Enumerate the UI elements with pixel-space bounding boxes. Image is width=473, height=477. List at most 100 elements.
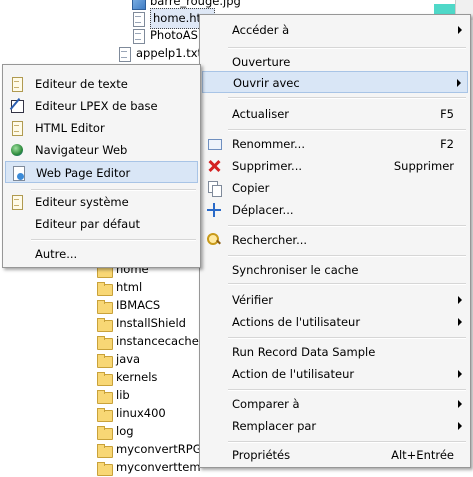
folder-icon: [96, 334, 113, 350]
submenu-item-web-page-editor[interactable]: Web Page Editor: [5, 161, 198, 183]
menu-item-label: Navigateur Web: [35, 143, 128, 157]
submenu-item-autre[interactable]: Autre...: [5, 243, 198, 265]
folder-icon: [96, 316, 113, 332]
html-editor-icon: [9, 120, 25, 136]
menu-item-renommer[interactable]: Renommer... F2: [202, 133, 468, 155]
menu-item-label: Actions de l'utilisateur: [232, 315, 361, 329]
menu-item-comparer-a[interactable]: Comparer à: [202, 393, 468, 415]
menu-separator: [228, 337, 466, 339]
submenu-item-navigateur-web[interactable]: Navigateur Web: [5, 139, 198, 161]
tree-folder-java[interactable]: java: [96, 350, 140, 369]
folder-icon: [96, 406, 113, 422]
menu-item-ouverture[interactable]: Ouverture: [202, 51, 468, 73]
context-menu: Accéder à Ouverture Ouvrir avec Actualis…: [199, 14, 471, 468]
tree-item-label: instancecache: [116, 334, 199, 348]
tree-folder-linux400[interactable]: linux400: [96, 404, 166, 423]
text-file-icon: [116, 46, 132, 62]
menu-item-supprimer[interactable]: Supprimer... Supprimer: [202, 155, 468, 177]
tree-item-label: PhotoAS: [150, 28, 198, 42]
menu-item-rechercher[interactable]: Rechercher...: [202, 229, 468, 251]
web-browser-icon: [9, 142, 25, 158]
submenu-item-editeur-lpex[interactable]: Editeur LPEX de base: [5, 95, 198, 117]
menu-item-label: Editeur par défaut: [35, 217, 141, 231]
menu-item-run-record-data-sample[interactable]: Run Record Data Sample: [202, 341, 468, 363]
menu-item-acceder-a[interactable]: Accéder à: [202, 19, 468, 41]
menu-item-deplacer[interactable]: Déplacer...: [202, 199, 468, 221]
tree-folder-ibmacs[interactable]: IBMACS: [96, 296, 160, 315]
menu-item-label: Déplacer...: [232, 203, 294, 217]
menu-item-label: Renommer...: [232, 137, 305, 151]
folder-icon: [96, 442, 113, 458]
folder-icon: [96, 388, 113, 404]
menu-item-label: Editeur LPEX de base: [35, 99, 158, 113]
tree-folder-myconvertrpg[interactable]: myconvertRPG: [96, 440, 202, 459]
menu-item-label: HTML Editor: [35, 121, 105, 135]
submenu-item-editeur-systeme[interactable]: Editeur système: [5, 191, 198, 213]
tree-item-label: IBMACS: [116, 298, 161, 312]
menu-separator: [228, 255, 466, 257]
tree-item-label: linux400: [116, 406, 166, 420]
menu-item-synchroniser-cache[interactable]: Synchroniser le cache: [202, 259, 468, 281]
menu-separator: [228, 441, 466, 443]
menu-item-copier[interactable]: Copier: [202, 177, 468, 199]
menu-item-label: Run Record Data Sample: [232, 345, 376, 359]
submenu-arrow-icon: [458, 422, 462, 430]
menu-item-label: Ouverture: [232, 55, 291, 69]
html-file-icon: [130, 11, 146, 27]
menu-item-label: Autre...: [35, 247, 78, 261]
menu-separator: [228, 389, 466, 391]
delete-icon: [206, 158, 222, 174]
tree-item-label: InstallShield: [116, 316, 186, 330]
shortcut-label: F5: [440, 107, 454, 121]
tree-folder-myconverttem[interactable]: myconverttem: [96, 458, 201, 477]
menu-item-action-utilisateur[interactable]: Action de l'utilisateur: [202, 363, 468, 385]
file-icon: [130, 28, 146, 44]
menu-separator: [31, 239, 196, 241]
tree-item-appelp1[interactable]: appelp1.txt: [116, 44, 202, 63]
menu-item-label: Comparer à: [232, 397, 300, 411]
menu-item-label: Rechercher...: [232, 233, 308, 247]
tree-folder-lib[interactable]: lib: [96, 386, 130, 405]
search-icon: [206, 232, 222, 248]
shortcut-label: Supprimer: [393, 159, 454, 173]
shortcut-label: Alt+Entrée: [391, 448, 454, 462]
menu-item-label: Actualiser: [232, 107, 290, 121]
menu-item-verifier[interactable]: Vérifier: [202, 289, 468, 311]
tree-folder-kernels[interactable]: kernels: [96, 368, 157, 387]
text-editor-icon: [9, 76, 25, 92]
menu-separator: [228, 225, 466, 227]
menu-separator: [228, 129, 466, 131]
submenu-arrow-icon: [458, 400, 462, 408]
menu-item-remplacer-par[interactable]: Remplacer par: [202, 415, 468, 437]
tree-item-photoas[interactable]: PhotoAS: [130, 26, 198, 45]
tree-item-label: log: [116, 424, 134, 438]
tree-folder-html[interactable]: html: [96, 278, 142, 297]
submenu-arrow-icon: [458, 26, 462, 34]
rename-icon: [206, 136, 222, 152]
move-icon: [206, 202, 222, 218]
menu-item-label: Synchroniser le cache: [232, 263, 359, 277]
menu-item-label: Action de l'utilisateur: [232, 367, 355, 381]
menu-item-label: Web Page Editor: [36, 166, 131, 180]
tree-item-label: myconvertRPG: [116, 442, 202, 456]
menu-item-label: Ouvrir avec: [233, 76, 300, 90]
menu-item-actualiser[interactable]: Actualiser F5: [202, 103, 468, 125]
menu-item-actions-utilisateur[interactable]: Actions de l'utilisateur: [202, 311, 468, 333]
shortcut-label: F2: [440, 137, 454, 151]
tree-item-label: appelp1.txt: [136, 46, 203, 60]
tree-folder-instancecache[interactable]: instancecache: [96, 332, 199, 351]
folder-icon: [96, 280, 113, 296]
submenu-item-editeur-defaut[interactable]: Editeur par défaut: [5, 213, 198, 235]
folder-icon: [96, 352, 113, 368]
submenu-item-editeur-texte[interactable]: Editeur de texte: [5, 73, 198, 95]
menu-item-ouvrir-avec[interactable]: Ouvrir avec: [202, 71, 468, 93]
menu-item-proprietes[interactable]: Propriétés Alt+Entrée: [202, 444, 468, 466]
tree-folder-installshield[interactable]: InstallShield: [96, 314, 186, 333]
submenu-item-html-editor[interactable]: HTML Editor: [5, 117, 198, 139]
tree-folder-log[interactable]: log: [96, 422, 134, 441]
tree-item-label: kernels: [116, 370, 158, 384]
folder-icon: [96, 298, 113, 314]
submenu-arrow-icon: [458, 296, 462, 304]
menu-item-label: Accéder à: [232, 23, 290, 37]
menu-item-label: Propriétés: [232, 448, 291, 462]
